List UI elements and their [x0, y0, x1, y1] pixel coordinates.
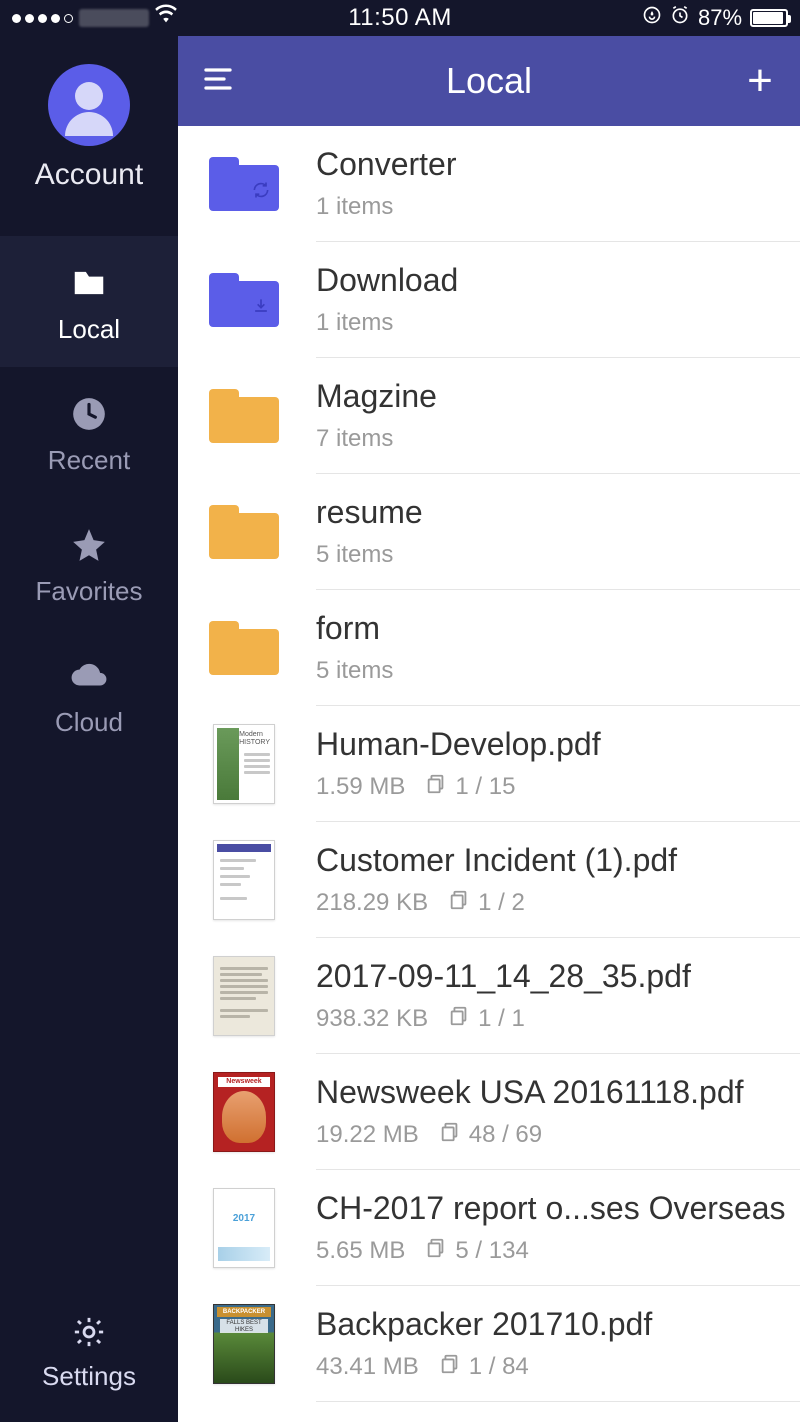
- file-pages: 1 / 84: [439, 1353, 529, 1382]
- file-row[interactable]: Customer Incident (1).pdf 218.29 KB 1 / 2: [178, 822, 800, 938]
- pages-icon: [425, 773, 455, 802]
- folder-subtitle: 1 items: [316, 193, 393, 221]
- pages-icon: [425, 1237, 455, 1266]
- folder-icon: [208, 612, 280, 684]
- page-title: Local: [178, 60, 800, 102]
- carrier-text: [79, 9, 149, 27]
- file-size: 43.41 MB: [316, 1353, 419, 1381]
- file-thumbnail: 2017: [208, 1192, 280, 1264]
- sidebar-item-label: Cloud: [0, 707, 178, 738]
- folder-icon: [208, 496, 280, 568]
- file-thumbnail: ModernHISTORY: [208, 728, 280, 800]
- folder-row[interactable]: Download 1 items: [178, 242, 800, 358]
- plus-icon: +: [747, 59, 773, 103]
- file-thumbnail: [208, 844, 280, 916]
- folder-icon: [208, 380, 280, 452]
- folder-subtitle: 5 items: [316, 541, 393, 569]
- file-list[interactable]: Converter 1 items Download 1 items Magzine 7 …: [178, 126, 800, 1422]
- pages-icon: [448, 889, 478, 918]
- rotation-lock-icon: [642, 5, 662, 31]
- star-icon: [0, 524, 178, 566]
- file-row[interactable]: Newsweek Newsweek USA 20161118.pdf 19.22 M…: [178, 1054, 800, 1170]
- header: Local +: [178, 36, 800, 126]
- file-name: Customer Incident (1).pdf: [316, 842, 800, 879]
- folder-icon: [208, 148, 280, 220]
- file-pages: 5 / 134: [425, 1237, 528, 1266]
- file-name: Newsweek USA 20161118.pdf: [316, 1074, 800, 1111]
- folder-icon: [208, 264, 280, 336]
- folder-icon: [0, 262, 178, 304]
- content: Local + Converter 1 items Download 1 items M…: [178, 36, 800, 1422]
- battery-icon: [750, 9, 788, 27]
- file-name: Backpacker 201710.pdf: [316, 1306, 800, 1343]
- battery-percent: 87%: [698, 5, 742, 31]
- pages-icon: [448, 1005, 478, 1034]
- account-label: Account: [0, 158, 178, 192]
- menu-button[interactable]: [198, 61, 238, 101]
- folder-name: Converter: [316, 146, 800, 183]
- sidebar-item-settings[interactable]: Settings: [0, 1291, 178, 1422]
- add-button[interactable]: +: [740, 61, 780, 101]
- file-pages: 1 / 2: [448, 889, 525, 918]
- sidebar-item-local[interactable]: Local: [0, 236, 178, 367]
- file-size: 5.65 MB: [316, 1237, 405, 1265]
- sidebar-item-cloud[interactable]: Cloud: [0, 629, 178, 760]
- sidebar: Account Local Recent Favorites: [0, 36, 178, 1422]
- pages-icon: [439, 1353, 469, 1382]
- file-pages: 48 / 69: [439, 1121, 542, 1150]
- gear-icon: [0, 1311, 178, 1353]
- clock-icon: [0, 393, 178, 435]
- file-size: 218.29 KB: [316, 889, 428, 917]
- folder-name: Magzine: [316, 378, 800, 415]
- sidebar-item-label: Favorites: [0, 576, 178, 607]
- folder-subtitle: 1 items: [316, 309, 393, 337]
- folder-subtitle: 5 items: [316, 657, 393, 685]
- file-name: CH-2017 report o...ses Overseas: [316, 1190, 800, 1227]
- file-row[interactable]: BACKPACKERFALLS BESTHIKES Backpacker 2017…: [178, 1286, 800, 1402]
- file-thumbnail: [208, 960, 280, 1032]
- alarm-icon: [670, 5, 690, 31]
- file-size: 19.22 MB: [316, 1121, 419, 1149]
- folder-row[interactable]: Magzine 7 items: [178, 358, 800, 474]
- folder-subtitle: 7 items: [316, 425, 393, 453]
- folder-name: Download: [316, 262, 800, 299]
- file-size: 1.59 MB: [316, 773, 405, 801]
- file-size: 938.32 KB: [316, 1005, 428, 1033]
- sidebar-item-recent[interactable]: Recent: [0, 367, 178, 498]
- pages-icon: [439, 1121, 469, 1150]
- file-name: 2017-09-11_14_28_35.pdf: [316, 958, 800, 995]
- file-row[interactable]: ModernHISTORY Human-Develop.pdf 1.59 MB 1 /…: [178, 706, 800, 822]
- file-pages: 1 / 15: [425, 773, 515, 802]
- sidebar-item-label: Local: [0, 314, 178, 345]
- file-row[interactable]: 2017-09-11_14_28_35.pdf 938.32 KB 1 / 1: [178, 938, 800, 1054]
- sidebar-account[interactable]: Account: [0, 36, 178, 216]
- cloud-icon: [0, 655, 178, 697]
- file-thumbnail: Newsweek: [208, 1076, 280, 1148]
- folder-row[interactable]: Converter 1 items: [178, 126, 800, 242]
- file-row[interactable]: 2017 CH-2017 report o...ses Overseas 5.65 …: [178, 1170, 800, 1286]
- folder-row[interactable]: resume 5 items: [178, 474, 800, 590]
- sidebar-nav: Local Recent Favorites Cloud: [0, 236, 178, 760]
- file-pages: 1 / 1: [448, 1005, 525, 1034]
- file-name: Human-Develop.pdf: [316, 726, 800, 763]
- status-time: 11:50 AM: [271, 4, 530, 32]
- status-right: 87%: [529, 5, 788, 31]
- sidebar-item-label: Recent: [0, 445, 178, 476]
- wifi-icon: [155, 4, 177, 32]
- status-bar: 11:50 AM 87%: [0, 0, 800, 36]
- file-thumbnail: BACKPACKERFALLS BESTHIKES: [208, 1308, 280, 1380]
- settings-label: Settings: [0, 1361, 178, 1392]
- folder-name: resume: [316, 494, 800, 531]
- sidebar-item-favorites[interactable]: Favorites: [0, 498, 178, 629]
- hamburger-icon: [200, 61, 236, 102]
- folder-row[interactable]: form 5 items: [178, 590, 800, 706]
- folder-name: form: [316, 610, 800, 647]
- status-left: [12, 4, 271, 32]
- avatar-icon: [48, 64, 130, 146]
- signal-dots-icon: [12, 14, 73, 23]
